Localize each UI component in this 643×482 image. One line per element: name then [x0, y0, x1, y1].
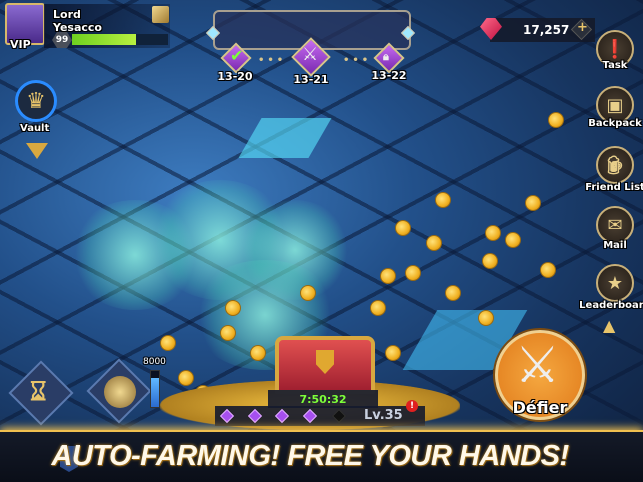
task-label: Task [602, 60, 628, 71]
energy-bar [150, 370, 160, 408]
xp-bar [72, 34, 168, 45]
player-level: 99 [55, 35, 69, 45]
rank-badge-icon[interactable] [152, 6, 169, 23]
friend-list-button[interactable]: 🍺︎ [596, 146, 634, 184]
chest-level: Lv.35 [364, 408, 403, 423]
xp-bar-fill [72, 34, 137, 45]
stage-label-locked: 13-22 [371, 69, 407, 82]
mail-icon: ✉ [607, 214, 623, 236]
progress-dots: ••• [258, 55, 287, 66]
leaderboard-label: Leaderboard [579, 300, 643, 311]
vault-button[interactable]: ♛ [15, 80, 57, 122]
progress-dots: ••• [343, 55, 372, 66]
alert-badge: ! [406, 400, 418, 412]
energy-bar-fill [151, 378, 159, 407]
crossed-swords-icon: ⚔ [302, 44, 319, 65]
player-name: Lord Yesacco [53, 8, 102, 34]
friend-list-icon: 🍺︎ [603, 154, 627, 176]
collapse-arrow-icon[interactable]: ▲ [603, 316, 615, 335]
mail-label: Mail [603, 240, 627, 251]
skill-emblem-icon [104, 376, 136, 408]
leaderboard-icon: ★ [606, 272, 624, 294]
leaderboard-button[interactable]: ★ [596, 264, 634, 302]
stage-label-current: 13-21 [293, 73, 329, 86]
plus-icon: + [577, 20, 588, 35]
banner-text: AUTO-FARMING! FREE YOUR HANDS! [51, 440, 569, 472]
challenge-label: Défier [512, 398, 568, 417]
crossed-swords-icon: ⚔ [515, 336, 560, 394]
checkmark-icon: ✔ [230, 46, 244, 65]
task-icon: ❗ [603, 38, 627, 60]
friend-list-label: Friend List [585, 182, 643, 193]
vip-label: VIP [10, 38, 31, 51]
gem-amount: 17,257 [523, 23, 570, 37]
stage-label-completed: 13-20 [217, 70, 253, 83]
energy-max-label: 8000 [143, 357, 166, 367]
crown-icon: ♛ [26, 88, 46, 114]
vault-label: Vault [20, 123, 50, 134]
lock-icon: 🔒︎ [383, 50, 389, 63]
hourglass-icon: ⌛︎ [30, 377, 47, 407]
chest-timer: 7:50:32 [299, 393, 347, 406]
backpack-label: Backpack [588, 118, 642, 129]
alert-text: ! [409, 401, 415, 411]
backpack-icon: ▣ [606, 94, 624, 116]
mail-button[interactable]: ✉ [596, 206, 634, 244]
